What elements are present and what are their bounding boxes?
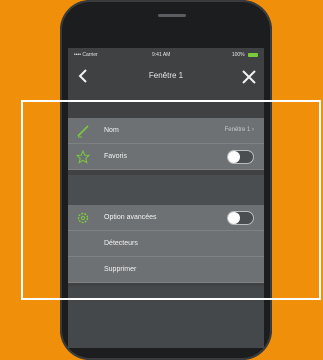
status-bar: •••• Carrier 9:41 AM 100% [68, 48, 264, 62]
back-chevron-icon[interactable] [76, 68, 92, 84]
close-icon[interactable] [240, 68, 258, 86]
navigation-bar: Fenêtre 1 [68, 62, 264, 92]
status-time: 9:41 AM [152, 52, 171, 58]
carrier-label: •••• Carrier [74, 52, 98, 58]
page-title: Fenêtre 1 [148, 71, 184, 80]
speaker-grille [158, 14, 186, 17]
battery-percent: 100% [231, 52, 245, 58]
highlight-frame [21, 100, 321, 300]
battery-icon [248, 52, 258, 57]
battery-indicator: 100% [232, 52, 258, 58]
